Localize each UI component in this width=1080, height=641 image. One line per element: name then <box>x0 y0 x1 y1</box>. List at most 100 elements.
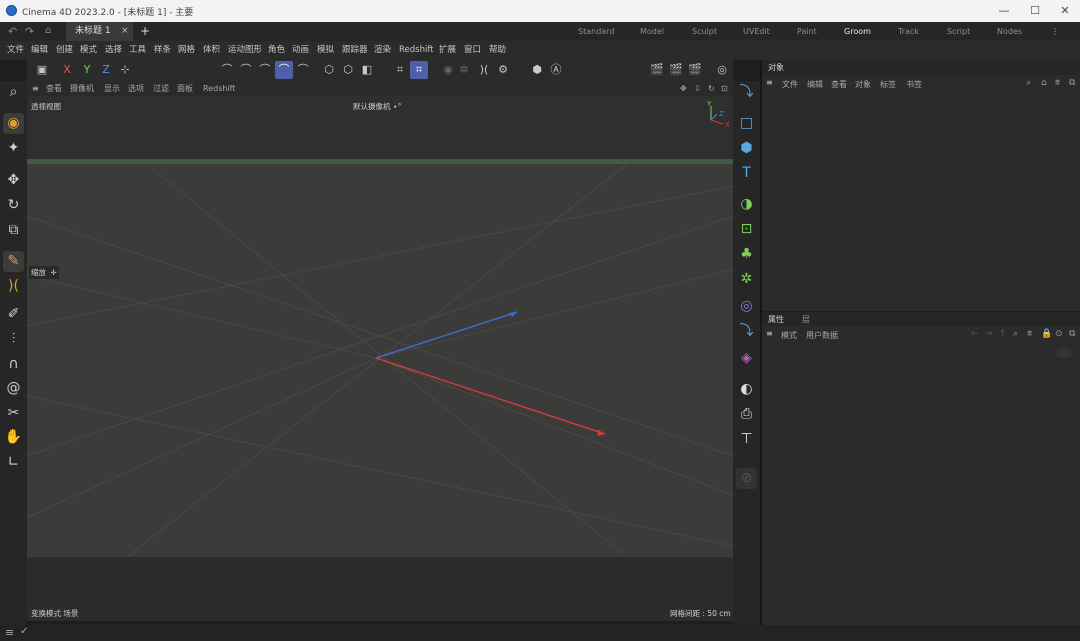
undo-icon[interactable]: ↶ <box>8 25 17 38</box>
viewport-hamburger-icon[interactable]: ≡ <box>32 82 39 95</box>
menu-select[interactable]: 选择 <box>105 41 122 60</box>
z-axis-lock-icon[interactable]: Z <box>97 61 115 79</box>
cube-icon[interactable]: ⬢ <box>736 138 757 159</box>
deformer-icon[interactable]: ◎ <box>736 296 757 317</box>
hexagon-tool-icon[interactable]: ⬢ <box>528 61 546 79</box>
spline-tool-active-icon[interactable]: ⌒ <box>275 61 293 79</box>
object-new-window-icon[interactable]: ⧉ <box>1069 78 1075 88</box>
render-settings-icon[interactable]: 🎬 <box>686 61 704 79</box>
spline-tool-5-icon[interactable]: ⌒ <box>294 61 312 79</box>
live-selection-icon[interactable]: ◉ <box>3 113 24 134</box>
coordinate-system-icon[interactable]: ⊹ <box>116 61 134 79</box>
attribute-toggle[interactable] <box>1056 348 1072 358</box>
menu-simulate[interactable]: 模拟 <box>317 41 334 60</box>
pen-tool-icon[interactable]: ✎ <box>3 251 24 272</box>
menu-tracker[interactable]: 跟踪器 <box>342 41 368 60</box>
arc-tool-icon[interactable]: ∩ <box>3 354 24 375</box>
render-picture-icon[interactable]: 🎬 <box>667 61 685 79</box>
object-filter-icon[interactable]: ⩨ <box>1055 78 1060 88</box>
document-tab[interactable]: 未标题 1 × <box>66 22 133 41</box>
viewport-menu-panel[interactable]: 面板 <box>177 82 193 95</box>
workplane-icon[interactable]: ⌗ <box>410 61 428 79</box>
attribute-menu-mode[interactable]: 模式 <box>781 330 797 341</box>
null-object-icon[interactable]: ⤵ <box>736 82 757 103</box>
menu-mograph[interactable]: 运动图形 <box>228 41 262 60</box>
attribute-up-icon[interactable]: ↑ <box>999 329 1007 339</box>
attribute-search-icon[interactable]: ⌕ <box>1013 329 1018 339</box>
viewport-nav-move-icon[interactable]: ✥ <box>680 82 687 95</box>
camera-icon[interactable]: ⎙ <box>736 404 757 425</box>
layout-tab-standard[interactable]: Standard <box>578 22 614 41</box>
spiral-tool-icon[interactable]: @ <box>3 378 24 399</box>
effector-icon[interactable]: ✲ <box>736 269 757 290</box>
menu-extensions[interactable]: 扩展 <box>439 41 456 60</box>
attribute-settings-icon[interactable]: ⊙ <box>1055 329 1063 339</box>
spline-tool-2-icon[interactable]: ⌒ <box>237 61 255 79</box>
menu-redshift[interactable]: Redshift <box>399 41 434 60</box>
attribute-filter-icon[interactable]: ⩨ <box>1027 329 1032 339</box>
brush-tool-icon[interactable]: ✐ <box>3 304 24 325</box>
menu-animate[interactable]: 动画 <box>292 41 309 60</box>
polygons-mode-icon[interactable]: ◧ <box>358 61 376 79</box>
layout-tab-groom[interactable]: Groom <box>844 22 871 43</box>
object-panel-hamburger-icon[interactable]: ≡ <box>766 78 773 87</box>
object-menu-bookmarks[interactable]: 书签 <box>906 79 922 90</box>
status-check-icon[interactable]: ✓ <box>20 626 28 637</box>
tab-objects[interactable]: 对象 <box>768 61 784 74</box>
spline-tool-3-icon[interactable]: ⌒ <box>256 61 274 79</box>
close-window-button[interactable]: ✕ <box>1057 3 1073 19</box>
attribute-forward-icon[interactable]: → <box>985 329 993 339</box>
menu-character[interactable]: 角色 <box>268 41 285 60</box>
generator-icon[interactable]: ◈ <box>736 348 757 369</box>
light-icon[interactable]: ⊤ <box>736 429 757 450</box>
cut-tool-icon[interactable]: ✂ <box>3 403 24 424</box>
object-menu-object[interactable]: 对象 <box>855 79 871 90</box>
attribute-lock-icon[interactable]: 🔒 <box>1041 329 1052 339</box>
settings-gear-icon[interactable]: ⚙ <box>494 61 512 79</box>
text-tool-icon[interactable]: Ⓐ <box>547 61 565 79</box>
layout-tab-uvedit[interactable]: UVEdit <box>743 22 770 41</box>
falloff-icon[interactable]: ✲ <box>455 61 473 79</box>
field-icon[interactable]: ⤵ <box>736 321 757 342</box>
snap-icon[interactable]: ⌗ <box>391 61 409 79</box>
comb-tool-icon[interactable]: ⫶ <box>3 329 24 350</box>
search-icon[interactable]: ⌕ <box>3 82 24 103</box>
layout-tab-model[interactable]: Model <box>640 22 664 41</box>
object-menu-file[interactable]: 文件 <box>782 79 798 90</box>
object-menu-edit[interactable]: 编辑 <box>807 79 823 90</box>
menu-spline[interactable]: 样条 <box>154 41 171 60</box>
menu-edit[interactable]: 编辑 <box>31 41 48 60</box>
attribute-back-icon[interactable]: ← <box>971 329 979 339</box>
layout-tab-nodes[interactable]: Nodes <box>997 22 1022 41</box>
menu-mode[interactable]: 模式 <box>80 41 97 60</box>
cloner-icon[interactable]: ♣ <box>736 244 757 265</box>
viewport-menu-filter[interactable]: 过滤 <box>153 82 169 95</box>
viewport-nav-rotate-icon[interactable]: ↻ <box>708 82 715 95</box>
menu-tools[interactable]: 工具 <box>129 41 146 60</box>
redshift-icon[interactable]: ◎ <box>713 61 731 79</box>
panel-icon[interactable]: ▣ <box>33 61 51 79</box>
attribute-menu-userdata[interactable]: 用户数据 <box>806 330 838 341</box>
spline-square-icon[interactable]: □ <box>736 113 757 134</box>
layout-tab-script[interactable]: Script <box>947 22 970 41</box>
render-view-icon[interactable]: 🎬 <box>648 61 666 79</box>
text-object-icon[interactable]: T <box>736 163 757 184</box>
viewport-menu-display[interactable]: 显示 <box>104 82 120 95</box>
viewport-maximize-icon[interactable]: ⊡ <box>721 82 728 95</box>
environment-icon[interactable]: ◐ <box>736 379 757 400</box>
attribute-panel-hamburger-icon[interactable]: ≡ <box>766 329 773 338</box>
menu-create[interactable]: 创建 <box>56 41 73 60</box>
viewport-menu-redshift[interactable]: Redshift <box>203 82 235 95</box>
edges-mode-icon[interactable]: ⬡ <box>339 61 357 79</box>
attribute-new-window-icon[interactable]: ⧉ <box>1069 329 1075 339</box>
close-tab-icon[interactable]: × <box>121 22 129 41</box>
menu-help[interactable]: 帮助 <box>489 41 506 60</box>
select-tool-icon[interactable]: ✦ <box>3 138 24 159</box>
tab-layers[interactable]: 层 <box>802 313 810 326</box>
y-axis-lock-icon[interactable]: Y <box>78 61 96 79</box>
viewport-camera-name[interactable]: 默认摄像机 ∙° <box>353 101 401 112</box>
symmetry-icon[interactable]: )( <box>475 61 493 79</box>
object-menu-view[interactable]: 查看 <box>831 79 847 90</box>
maximize-button[interactable]: ☐ <box>1027 3 1043 19</box>
menu-volume[interactable]: 体积 <box>203 41 220 60</box>
